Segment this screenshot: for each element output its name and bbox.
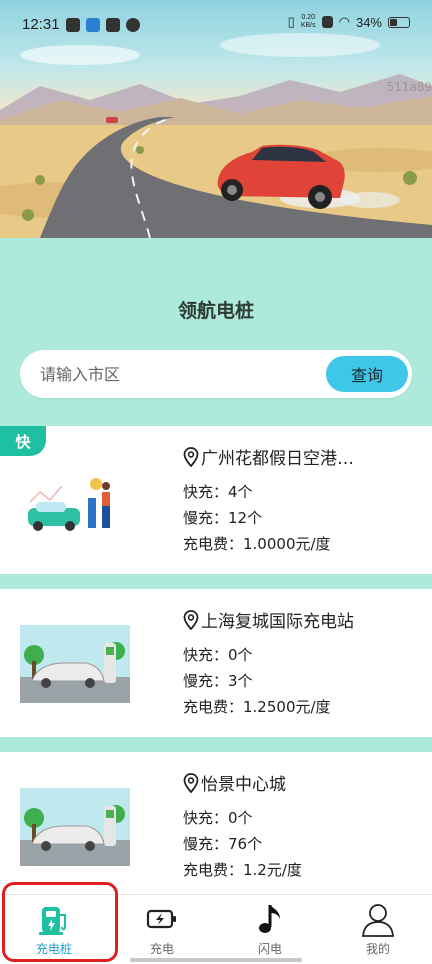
station-card[interactable]: 怡景中心城 快充：0个 慢充：76个 充电费：1.2元/度 xyxy=(0,752,432,894)
sync-icon xyxy=(126,18,140,32)
battery-charge-icon xyxy=(146,909,176,929)
nav-item-charging-pile[interactable]: 充电桩 xyxy=(0,895,108,964)
nav-label: 闪电 xyxy=(257,942,282,956)
watermark: 511a89 xyxy=(386,80,432,94)
charging-fee: 充电费：1.2元/度 xyxy=(183,861,302,879)
user-icon xyxy=(362,904,394,937)
search-box: 查询 xyxy=(20,350,412,398)
charging-pile-icon xyxy=(39,907,66,935)
search-input[interactable] xyxy=(40,360,320,388)
station-name: 上海复城国际充电站 xyxy=(201,612,354,632)
vibrate-icon: ▯ xyxy=(287,14,295,29)
sim-off-icon xyxy=(321,16,333,28)
slow-charger-count: 慢充：3个 xyxy=(183,672,253,690)
station-name: 广州花都假日空港… xyxy=(201,449,354,469)
nav-label: 我的 xyxy=(365,942,390,956)
station-image xyxy=(20,788,130,866)
charging-fee: 充电费：1.2500元/度 xyxy=(183,698,331,716)
music-note-icon xyxy=(259,905,280,933)
net-speed: 0.20 KB/s xyxy=(300,14,316,29)
notification-icons xyxy=(66,18,140,32)
location-pin-icon xyxy=(183,446,199,467)
notification-app-icon xyxy=(86,18,100,32)
home-indicator[interactable] xyxy=(130,958,302,962)
nav-label: 充电桩 xyxy=(35,942,72,956)
status-right: ▯ 0.20 KB/s ◠ 34% xyxy=(288,14,410,30)
station-image xyxy=(20,625,130,703)
nav-item-mine[interactable]: 我的 xyxy=(324,895,432,964)
location-pin-icon xyxy=(183,609,199,630)
station-list: 快 广州花都假日空港… 快充：4个 慢充：12个 充电费：1.0000元/度 上… xyxy=(0,426,432,894)
charging-fee: 充电费：1.0000元/度 xyxy=(183,535,331,553)
fast-charge-badge: 快 xyxy=(0,426,46,456)
station-name-row: 怡景中心城 xyxy=(183,770,423,795)
status-time: 12:31 xyxy=(22,16,60,33)
nav-label: 充电 xyxy=(149,942,174,956)
station-image xyxy=(20,462,130,540)
fast-charger-count: 快充：0个 xyxy=(183,809,253,827)
battery-percent: 34% xyxy=(355,14,382,30)
slow-charger-count: 慢充：12个 xyxy=(183,509,263,527)
location-pin-icon xyxy=(183,772,199,793)
notification-app-icon xyxy=(66,18,80,32)
fast-charger-count: 快充：0个 xyxy=(183,646,253,664)
battery-icon xyxy=(388,16,410,28)
microphone-icon xyxy=(106,18,120,32)
status-bar: 12:31 ▯ 0.20 KB/s ◠ 34% xyxy=(0,0,432,52)
bottom-nav: 充电桩 充电 闪电 我的 xyxy=(0,894,432,964)
wifi-icon: ◠ xyxy=(338,14,350,29)
fast-charger-count: 快充：4个 xyxy=(183,483,253,501)
header-area: 领航电桩 查询 xyxy=(0,238,432,426)
station-name-row: 上海复城国际充电站 xyxy=(183,607,423,632)
station-card[interactable]: 快 广州花都假日空港… 快充：4个 慢充：12个 充电费：1.0000元/度 xyxy=(0,426,432,574)
station-card[interactable]: 上海复城国际充电站 快充：0个 慢充：3个 充电费：1.2500元/度 xyxy=(0,589,432,737)
station-name: 怡景中心城 xyxy=(201,775,286,795)
page-title: 领航电桩 xyxy=(177,300,254,322)
search-button[interactable]: 查询 xyxy=(326,356,408,392)
nav-item-charge[interactable]: 充电 xyxy=(108,895,216,964)
nav-item-flash[interactable]: 闪电 xyxy=(216,895,324,964)
hero-banner: 12:31 ▯ 0.20 KB/s ◠ 34% 511a89 xyxy=(0,0,432,238)
slow-charger-count: 慢充：76个 xyxy=(183,835,263,853)
station-name-row: 广州花都假日空港… xyxy=(183,444,423,469)
